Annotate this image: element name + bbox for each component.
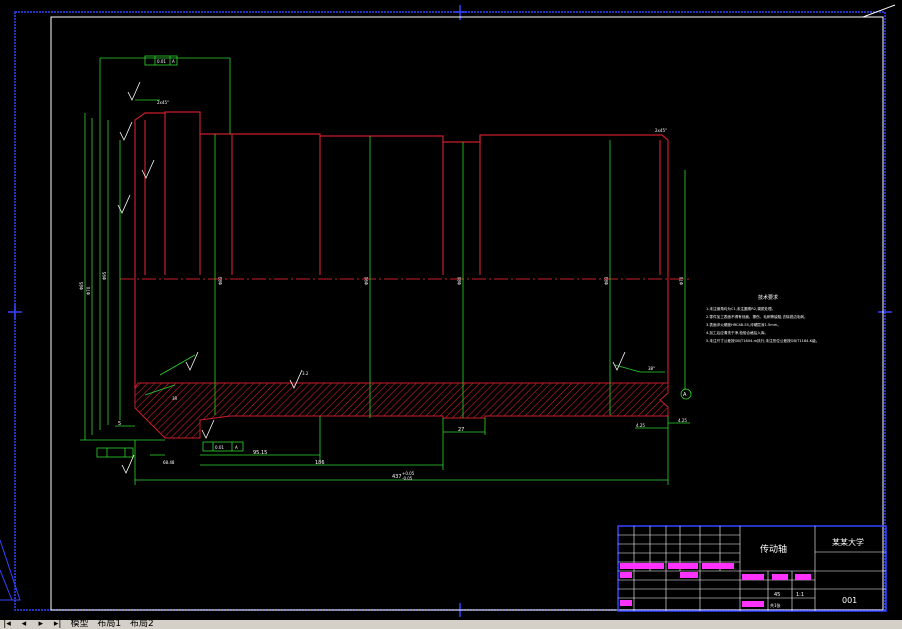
dim-chamfer-left: 2x45° (157, 100, 169, 105)
tab-layout-1[interactable]: 布局1 (94, 620, 124, 629)
title-company: 某某大学 (832, 537, 864, 547)
tab-model[interactable]: 模型 (68, 620, 92, 629)
frame-corner-line (862, 4, 896, 18)
dia-h: Φ70 (679, 276, 684, 285)
note-line-5: 5.未注尺寸公差按GB/T1804-m执行,未注形位公差按GB/T1184-K级… (706, 338, 819, 343)
tol-datum-b: A (235, 445, 238, 450)
dim-roughness: 3.2 (302, 371, 309, 376)
dim-angle: 38° (648, 366, 655, 371)
sheet-border (14, 11, 886, 611)
tol-datum-c: A (683, 392, 687, 398)
cad-drawing-canvas[interactable]: 437 +0.05 -0.05 186 95.15 27 5 68.48 4.2… (0, 0, 902, 629)
layout-tab-bar: |◂ ◂ ▸ ▸| 模型 布局1 布局2 (0, 620, 902, 629)
dim-186: 186 (315, 460, 325, 466)
grip-markers (8, 5, 892, 617)
dim-68: 68.48 (163, 460, 175, 465)
dia-f: Φ80 (457, 276, 462, 285)
dim-total: 437 (392, 474, 402, 480)
title-sheet: 共1张 (770, 602, 781, 608)
dim-total-tol2: -0.05 (402, 476, 413, 481)
dim-5: 5 (118, 421, 121, 427)
notes-title: 技术要求 (758, 294, 778, 301)
tab-nav-prev-icon[interactable]: ◂ (17, 620, 31, 629)
note-line-1: 1.未注倒角均为C1,未注圆角R2,调质处理。 (706, 306, 775, 311)
title-material: 45 (774, 592, 780, 598)
title-block: 传动轴 某某大学 001 45 1:1 共1张 (617, 525, 887, 612)
note-line-2: 2.零件加工表面不得有划痕、擦伤、毛刺等缺陷,去除锐边毛刺。 (706, 314, 808, 319)
dim-chamfer-right: 2x45° (655, 128, 667, 133)
dia-g: Φ83 (604, 276, 609, 285)
dia-b: Φ70 (86, 286, 91, 295)
tab-nav-first-icon[interactable]: |◂ (0, 620, 14, 629)
note-line-4: 4.加工后应清洗干净,检验合格后入库。 (706, 330, 768, 335)
note-line-3: 3.表面淬火硬度HRC48-55,淬硬层深1.5mm。 (706, 322, 781, 327)
title-drawing-no: 001 (842, 596, 857, 605)
tol-datum-a: A (172, 59, 175, 64)
dia-a: Φ85 (79, 281, 84, 290)
dia-c: Φ95 (102, 271, 107, 280)
tab-layout-2[interactable]: 布局2 (127, 620, 157, 629)
technical-notes: 技术要求 1.未注倒角均为C1,未注圆角R2,调质处理。 2.零件加工表面不得有… (706, 294, 819, 343)
drawing-frame (50, 16, 884, 611)
title-scale: 1:1 (796, 592, 804, 598)
tol-frame-value-2: 0.01 (215, 445, 224, 450)
dim-4b: 4.25 (678, 418, 687, 423)
dim-radius: 3R (172, 396, 178, 401)
tab-nav-last-icon[interactable]: ▸| (51, 620, 65, 629)
dia-d: Φ83 (218, 276, 223, 285)
dim-95: 95.15 (253, 450, 267, 456)
tab-nav-next-icon[interactable]: ▸ (34, 620, 48, 629)
title-part-name: 传动轴 (760, 543, 787, 555)
dim-4: 4.25 (636, 423, 645, 428)
dim-27: 27 (458, 427, 464, 433)
tol-frame-value: 0.01 (157, 59, 166, 64)
dia-e: Φ90 (364, 276, 369, 285)
ucs-icon (0, 539, 21, 601)
